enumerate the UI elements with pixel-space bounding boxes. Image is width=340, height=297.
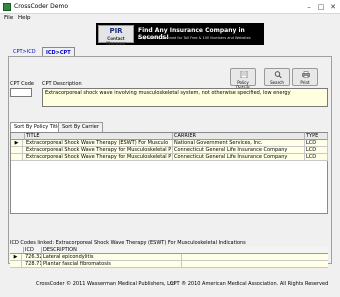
policy-title: Extracorporeal Shock Wave Therapy for Mu… xyxy=(26,147,173,154)
search-icon xyxy=(274,71,282,78)
minimize-icon[interactable]: – xyxy=(304,2,314,12)
current-row-arrow-icon: ▶ xyxy=(11,140,23,147)
column-title[interactable]: TITLE xyxy=(25,133,173,140)
search-button[interactable]: Search xyxy=(264,68,290,86)
row-selector-header xyxy=(10,247,24,254)
table-row[interactable]: Extracorporeal Shock Wave Therapy for Mu… xyxy=(11,147,328,154)
policy-type: LCD xyxy=(305,147,328,154)
icd-description: Plantar fascial fibromatosis xyxy=(42,261,182,268)
table-row[interactable]: ▶ 726.32 Lateral epicondylitis xyxy=(10,254,328,261)
cpt-description-field: Extracorporeal shock wave involving musc… xyxy=(42,88,328,107)
maximize-icon[interactable]: □ xyxy=(316,2,326,12)
cpt-description-label: CPT Description xyxy=(42,81,82,87)
row-selector xyxy=(10,261,22,268)
policies-table: TITLE CARRIER TYPE ▶ Extracorporeal Shoc… xyxy=(10,132,328,214)
banner-logo-sub: Contact Manager xyxy=(106,36,126,45)
table-row[interactable]: ▶ Extracorporeal Shock Wave Therapy (ESW… xyxy=(11,140,328,147)
printer-icon xyxy=(302,71,310,78)
banner-logo: PIR Contact Manager xyxy=(98,25,134,45)
window-title: CrossCoder Demo xyxy=(14,3,69,10)
column-type[interactable]: TYPE xyxy=(305,133,328,140)
icd-description: Lateral epicondylitis xyxy=(42,254,182,261)
icd-code: 728.71 xyxy=(25,261,42,268)
linked-codes-table: ICD CODE DESCRIPTION ▶ 726.32 Lateral ep… xyxy=(10,247,328,268)
row-selector-header xyxy=(11,133,25,140)
linked-table-header: ICD CODE DESCRIPTION xyxy=(10,247,328,260)
policy-title: Extracorporeal Shock Wave Therapy for Mu… xyxy=(26,154,173,161)
menu-help[interactable]: Help xyxy=(18,15,31,21)
column-icd-code[interactable]: ICD CODE xyxy=(24,247,42,260)
row-selector xyxy=(11,154,23,161)
policy-type: LCD xyxy=(305,140,328,147)
print-label: Print xyxy=(300,80,310,85)
document-icon xyxy=(240,71,248,78)
policy-title: Extracorporeal Shock Wave Therapy (ESWT)… xyxy=(25,140,173,147)
row-selector xyxy=(11,147,23,154)
banner-ad[interactable]: PIR Contact Manager Find Any Insurance C… xyxy=(96,23,264,45)
banner-logo-text: PIR xyxy=(109,27,123,35)
policy-carrier: Connecticut General Life Insurance Compa… xyxy=(173,147,305,154)
footer-copyright-right: CPT ® 2010 American Medical Association.… xyxy=(170,281,329,287)
table-row[interactable]: 728.71 Plantar fascial fibromatosis xyxy=(10,261,328,268)
policy-carrier: Connecticut General Life Insurance Compa… xyxy=(173,154,305,161)
linked-codes-label: ICD Codes linked: Extracorporeal Shock W… xyxy=(10,240,246,246)
close-icon[interactable]: ✕ xyxy=(328,2,338,12)
current-row-arrow-icon: ▶ xyxy=(10,254,22,261)
print-button[interactable]: Print xyxy=(292,68,318,86)
cpt-code-label: CPT Code xyxy=(10,81,34,87)
tab-sort-by-policy-title[interactable]: Sort By Policy Title xyxy=(10,122,65,132)
policies-table-header: TITLE CARRIER TYPE xyxy=(11,133,328,140)
cpt-code-input[interactable] xyxy=(10,88,32,97)
column-description[interactable]: DESCRIPTION xyxy=(42,247,162,254)
policy-carrier: National Government Services, Inc. xyxy=(173,140,305,147)
menu-bar xyxy=(0,14,340,23)
column-carrier[interactable]: CARRIER xyxy=(173,133,305,140)
policy-details-button[interactable]: Policy Details xyxy=(230,68,256,90)
app-icon xyxy=(3,3,11,11)
table-row[interactable]: Extracorporeal Shock Wave Therapy for Mu… xyxy=(11,154,328,161)
footer-copyright-left: CrossCoder © 2011 Wasserman Medical Publ… xyxy=(36,281,176,287)
menu-file[interactable]: File xyxy=(4,15,13,21)
search-label: Search xyxy=(270,80,284,85)
tab-sort-by-carrier[interactable]: Sort By Carrier xyxy=(58,122,103,132)
banner-subline: Easy search, Scanned for Toll Free & 100… xyxy=(138,36,251,40)
icd-code: 726.32 xyxy=(25,254,42,261)
policy-type: LCD xyxy=(305,154,328,161)
